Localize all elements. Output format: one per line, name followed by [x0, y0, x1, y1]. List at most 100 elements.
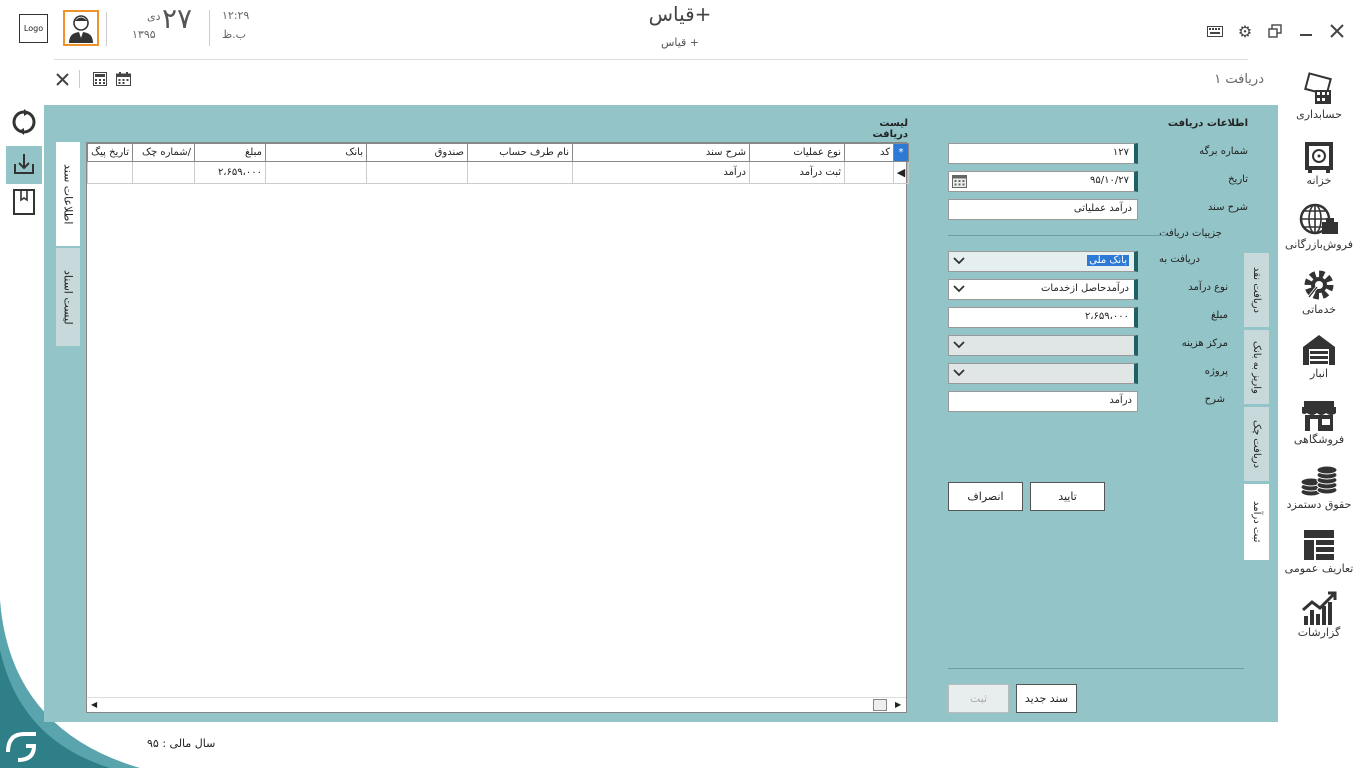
chevron-down-icon[interactable] [953, 338, 965, 353]
company-logo-icon [4, 728, 42, 764]
close-icon[interactable] [1326, 20, 1348, 42]
app-subtitle: قیاس + [660, 36, 700, 49]
nav-reports[interactable]: گزارشات [1284, 586, 1354, 639]
details-divider [948, 235, 1166, 236]
income-type-select[interactable]: درآمدحاصل ازخدمات [948, 279, 1138, 300]
clock-time: ۱۲:۲۹ [222, 9, 250, 22]
date-field[interactable]: ۹۵/۱۰/۲۷ [948, 171, 1138, 192]
minimize-icon[interactable] [1295, 20, 1317, 42]
cell[interactable]: ۲،۶۵۹،۰۰۰ [194, 161, 266, 184]
scroll-left-icon[interactable]: ◀ [91, 700, 97, 709]
date-year: ۱۳۹۵ [132, 28, 156, 41]
date-day: ۲۷ [162, 2, 193, 35]
table-row[interactable]: ۲،۶۵۹،۰۰۰ درآمد ثبت درآمد ◀ [87, 161, 909, 184]
col-bank[interactable]: بانک [265, 143, 367, 162]
doc-desc-field[interactable]: درآمد عملیاتی [948, 199, 1138, 220]
nav-label: خدماتی [1301, 303, 1337, 316]
tab-cash-receipt[interactable]: دریافت نقد [1244, 253, 1269, 327]
new-row-marker[interactable]: * [893, 143, 909, 162]
nav-accounting[interactable]: حسابداری [1284, 68, 1354, 121]
tab-document-info[interactable]: اطلاعات سند [56, 142, 80, 246]
document-tab-title[interactable]: دریافت ۱ [1214, 72, 1264, 87]
cell[interactable] [87, 161, 133, 184]
confirm-button[interactable]: تایید [1030, 482, 1105, 511]
details-title: جزییات دریافت [1159, 228, 1222, 239]
chevron-down-icon[interactable] [953, 282, 965, 297]
col-code[interactable]: کد [844, 143, 894, 162]
user-icon [69, 15, 93, 43]
tab-document-list[interactable]: لیست اسناد [56, 248, 80, 346]
date-picker-icon[interactable] [952, 174, 967, 191]
date-month: دی [147, 10, 161, 23]
cell[interactable]: درآمد [572, 161, 750, 184]
horizontal-scrollbar[interactable]: ◀ ▶ [87, 697, 906, 712]
tab-bank-deposit[interactable]: واریز به بانک [1244, 330, 1269, 404]
new-document-button[interactable]: سند جدید [1016, 684, 1077, 713]
note-field[interactable]: درآمد [948, 391, 1138, 412]
divider [209, 10, 210, 46]
col-followup-date[interactable]: تاریخ پیگ [87, 143, 133, 162]
warehouse-icon [1303, 335, 1335, 365]
app-title: قیاس+ [648, 2, 712, 26]
nav-store[interactable]: فروشگاهی [1284, 393, 1354, 446]
project-label: پروژه [1204, 366, 1228, 377]
cell[interactable] [265, 161, 367, 184]
nav-definitions[interactable]: تعاریف عمومی [1284, 522, 1354, 575]
nav-warehouse[interactable]: انبار [1284, 327, 1354, 380]
cost-center-select[interactable] [948, 335, 1138, 356]
globe-trade-icon [1299, 203, 1338, 235]
coins-icon [1300, 465, 1338, 497]
sheet-no-label: شماره برگه [1199, 146, 1248, 157]
receive-to-select[interactable]: بانک ملی [948, 251, 1138, 272]
nav-services[interactable]: خدماتی [1284, 263, 1354, 316]
gear-icon[interactable]: ⚙ [1234, 20, 1256, 42]
bookmark-book-icon[interactable] [8, 186, 40, 218]
calendar-icon[interactable] [112, 68, 134, 90]
chevron-down-icon[interactable] [953, 254, 965, 269]
col-amount[interactable]: مبلغ [194, 143, 266, 162]
save-button[interactable]: ثبت [948, 684, 1009, 713]
cost-center-label: مرکز هزینه [1181, 338, 1228, 349]
income-type-value: درآمدحاصل ازخدمات [1041, 283, 1129, 294]
scroll-thumb[interactable] [873, 699, 887, 711]
receipts-grid[interactable]: تاریخ پیگ شماره چک/ مبلغ بانک صندوق نام … [86, 142, 909, 713]
keyboard-icon[interactable] [1204, 20, 1226, 42]
amount-field[interactable]: ۲،۶۵۹،۰۰۰ [948, 307, 1138, 328]
calculator-icon[interactable] [89, 68, 111, 90]
col-cashbox[interactable]: صندوق [366, 143, 468, 162]
col-description[interactable]: شرح سند [572, 143, 750, 162]
nav-label: حقوق دستمزد [1286, 498, 1352, 511]
nav-payroll[interactable]: حقوق دستمزد [1284, 458, 1354, 511]
cell[interactable] [844, 161, 894, 184]
cell[interactable] [366, 161, 468, 184]
refresh-icon[interactable] [8, 106, 40, 138]
cell[interactable] [467, 161, 573, 184]
restore-window-icon[interactable] [1264, 20, 1286, 42]
chevron-down-icon[interactable] [953, 366, 965, 381]
close-tab-icon[interactable] [51, 68, 73, 90]
receive-icon[interactable] [6, 146, 42, 184]
row-selector[interactable]: ◀ [893, 161, 909, 184]
scroll-right-icon[interactable]: ▶ [895, 700, 901, 709]
col-account-party[interactable]: نام طرف حساب [467, 143, 573, 162]
col-operation-type[interactable]: نوع عملیات [749, 143, 845, 162]
cell[interactable]: ثبت درآمد [749, 161, 845, 184]
tab-income-entry[interactable]: ثبت درآمد [1244, 484, 1269, 560]
service-gear-icon [1304, 270, 1334, 300]
tab-check-receipt[interactable]: دریافت چک [1244, 407, 1269, 481]
cell[interactable] [132, 161, 195, 184]
footer-divider [948, 668, 1244, 669]
nav-label: تعاریف عمومی [1284, 562, 1354, 575]
sheet-no-field[interactable]: ۱۲۷ [948, 143, 1138, 164]
project-select[interactable] [948, 363, 1138, 384]
date-value: ۹۵/۱۰/۲۷ [1090, 175, 1129, 186]
note-label: شرح [1204, 394, 1225, 405]
layout-icon [1304, 530, 1334, 560]
cancel-button[interactable]: انصراف [948, 482, 1023, 511]
nav-commerce[interactable]: فروش‌بازرگانی [1284, 198, 1354, 251]
user-avatar[interactable] [63, 10, 99, 46]
nav-treasury[interactable]: خزانه [1284, 134, 1354, 187]
chart-icon [1302, 591, 1337, 625]
fiscal-year: سال مالی : ۹۵ [147, 737, 216, 750]
col-check-number[interactable]: شماره چک/ [132, 143, 195, 162]
